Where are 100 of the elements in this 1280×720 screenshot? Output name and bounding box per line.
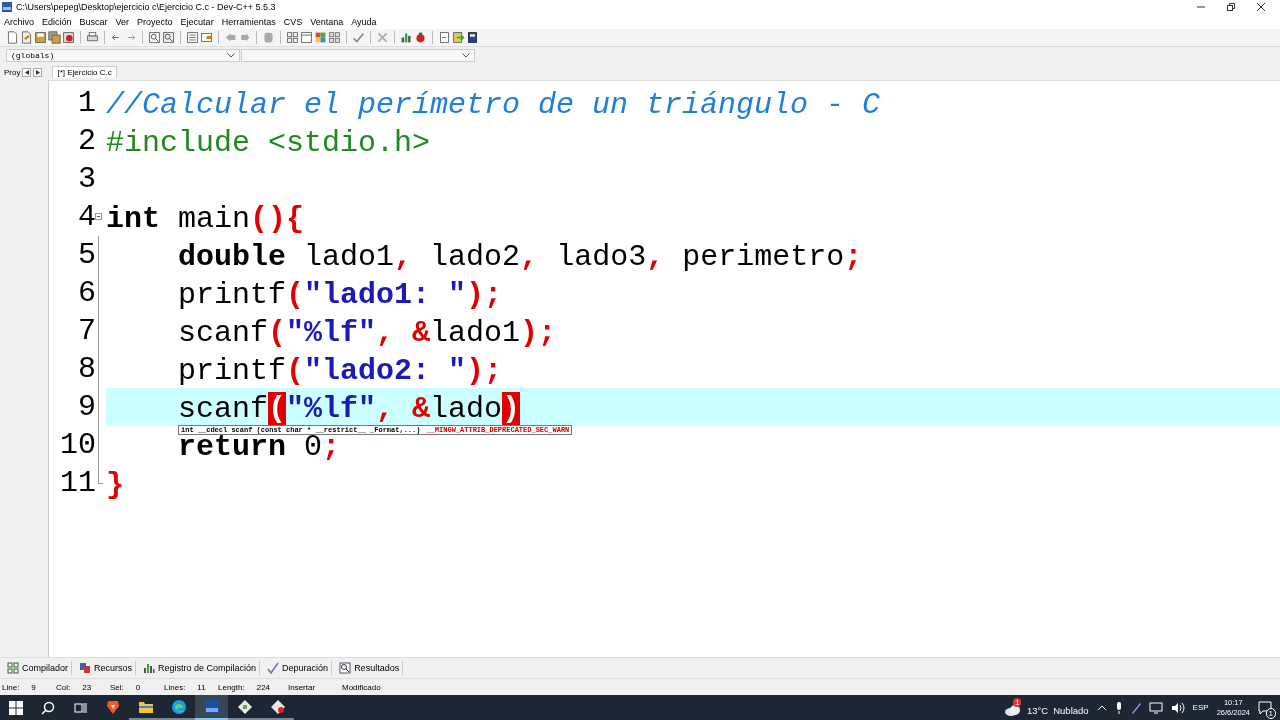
menu-item[interactable]: Proyecto xyxy=(137,16,173,27)
color-grid-icon[interactable] xyxy=(314,31,327,44)
search-icon xyxy=(41,700,55,715)
line-number: 6 xyxy=(78,276,96,310)
pen-icon[interactable] xyxy=(1130,701,1141,714)
grid-icon[interactable] xyxy=(286,31,299,44)
status-label: Lines: xyxy=(164,682,186,692)
window-icon[interactable] xyxy=(300,31,313,44)
line-number: 10 xyxy=(60,428,96,462)
diamond-icon xyxy=(269,698,286,715)
check-icon[interactable] xyxy=(352,31,365,44)
line-number: 7 xyxy=(78,314,96,348)
status-label: Sel: xyxy=(110,682,124,692)
task-view-icon xyxy=(73,700,87,715)
code-line: #include <stdio.h> xyxy=(106,127,431,160)
magnifier-icon xyxy=(339,662,352,674)
bottom-tab[interactable]: Resultados xyxy=(336,661,404,675)
menu-item[interactable]: CVS xyxy=(283,16,303,27)
line-number: 11 xyxy=(60,466,96,500)
line-number: 9 xyxy=(78,390,96,424)
scroll-right-button[interactable] xyxy=(33,67,43,77)
shield-icon xyxy=(104,698,121,715)
matched-bracket: ( xyxy=(268,392,287,426)
weather-widget[interactable]: 1 13°C Nublado xyxy=(1004,697,1089,718)
chevron-up-icon[interactable] xyxy=(1096,704,1107,711)
taskbar-app[interactable] xyxy=(195,695,228,720)
edge-icon xyxy=(170,698,187,715)
book-icon[interactable] xyxy=(466,31,479,44)
list-icon[interactable] xyxy=(186,31,199,44)
tiles-icon[interactable] xyxy=(328,31,341,44)
code-line: int main(){ xyxy=(106,203,305,236)
status-label: Modificado xyxy=(342,682,381,692)
menu-item[interactable]: Ver xyxy=(115,16,130,27)
language-indicator[interactable]: ESP xyxy=(1192,703,1209,712)
window-title: C:\Users\pepeg\Desktop\ejercicio c\Ejercicio C.c - Dev-C++ 5.5.3 xyxy=(16,2,276,12)
line-number: 8 xyxy=(78,352,96,386)
status-value: 9 xyxy=(31,682,36,692)
status-value: 0 xyxy=(135,682,141,692)
menu-item[interactable]: Archivo xyxy=(4,16,34,27)
bar-chart-icon xyxy=(143,662,156,674)
notification-badge: 1 xyxy=(1013,698,1022,707)
microphone-icon[interactable] xyxy=(1114,701,1123,714)
menu-item[interactable]: Herramientas xyxy=(221,16,276,27)
fold-minus-icon[interactable] xyxy=(95,213,102,220)
bottom-tab[interactable]: Compilador xyxy=(4,661,73,675)
network-icon[interactable] xyxy=(1148,701,1163,714)
message-icon xyxy=(1258,700,1272,715)
left-arrow-icon xyxy=(24,69,29,75)
editor-tab[interactable]: [*] Ejercicio C.c xyxy=(52,66,117,78)
status-label: Insertar xyxy=(288,682,316,692)
cloud-icon xyxy=(1004,704,1022,716)
right-arrow-icon xyxy=(35,69,40,75)
code-line: } xyxy=(106,469,124,502)
bottom-tab[interactable]: Recursos xyxy=(76,661,137,675)
windows-icon xyxy=(9,700,23,715)
code-line: scanf("%lf", &lado1); xyxy=(177,317,557,350)
scroll-left-button[interactable] xyxy=(22,67,32,77)
menu-item[interactable]: Edición xyxy=(42,16,72,27)
line-number: 3 xyxy=(78,162,96,196)
open-file-icon[interactable] xyxy=(20,31,33,44)
scope-dropdown[interactable]: (globals) xyxy=(6,49,240,62)
export-icon[interactable] xyxy=(452,31,465,44)
save-icon[interactable] xyxy=(34,31,47,44)
bar-chart-icon[interactable] xyxy=(400,31,413,44)
weather-condition: Nublado xyxy=(1053,704,1089,716)
bottom-tab[interactable]: Depuración xyxy=(264,661,333,675)
line-number: 2 xyxy=(78,124,96,158)
resources-icon xyxy=(79,662,92,674)
menu-item[interactable]: Ventana xyxy=(310,16,344,27)
line-number: 5 xyxy=(78,238,96,272)
temperature-text: 13°C xyxy=(1027,704,1049,716)
status-label: Length: xyxy=(218,682,245,692)
check-icon xyxy=(267,662,280,674)
code-line: double lado1, lado2, lado3, perimetro; xyxy=(177,241,863,274)
restore-icon[interactable] xyxy=(1226,2,1236,12)
bottom-tab[interactable]: Registro de Compilación xyxy=(140,661,261,675)
print-icon[interactable] xyxy=(86,31,99,44)
menu-item[interactable]: Ayuda xyxy=(351,16,377,27)
fold-end-line xyxy=(98,464,103,484)
status-value: 23 xyxy=(82,682,92,692)
diamond-icon xyxy=(236,698,253,715)
replace-icon[interactable] xyxy=(162,31,175,44)
find-icon[interactable] xyxy=(148,31,161,44)
grid-icon xyxy=(7,662,19,674)
close-icon[interactable] xyxy=(1256,2,1266,12)
line-number: 4 xyxy=(78,200,96,234)
code-line: printf("lado1: "); xyxy=(177,279,503,312)
status-label: Col: xyxy=(56,682,71,692)
new-file-icon[interactable] xyxy=(6,31,19,44)
status-value: 11 xyxy=(197,682,206,692)
code-line: //Calcular el perímetro de un triángulo - C xyxy=(106,89,881,122)
menu-item[interactable]: Buscar xyxy=(79,16,108,27)
project-tab[interactable]: Proy xyxy=(4,67,21,77)
save-all-icon[interactable] xyxy=(48,31,61,44)
menu-item[interactable]: Ejecutar xyxy=(180,16,214,27)
volume-icon[interactable] xyxy=(1170,701,1185,714)
app-icon xyxy=(2,2,12,12)
status-label: Line: xyxy=(2,682,20,692)
matched-bracket: ) xyxy=(502,392,521,426)
code-line: printf("lado2: "); xyxy=(177,355,503,388)
